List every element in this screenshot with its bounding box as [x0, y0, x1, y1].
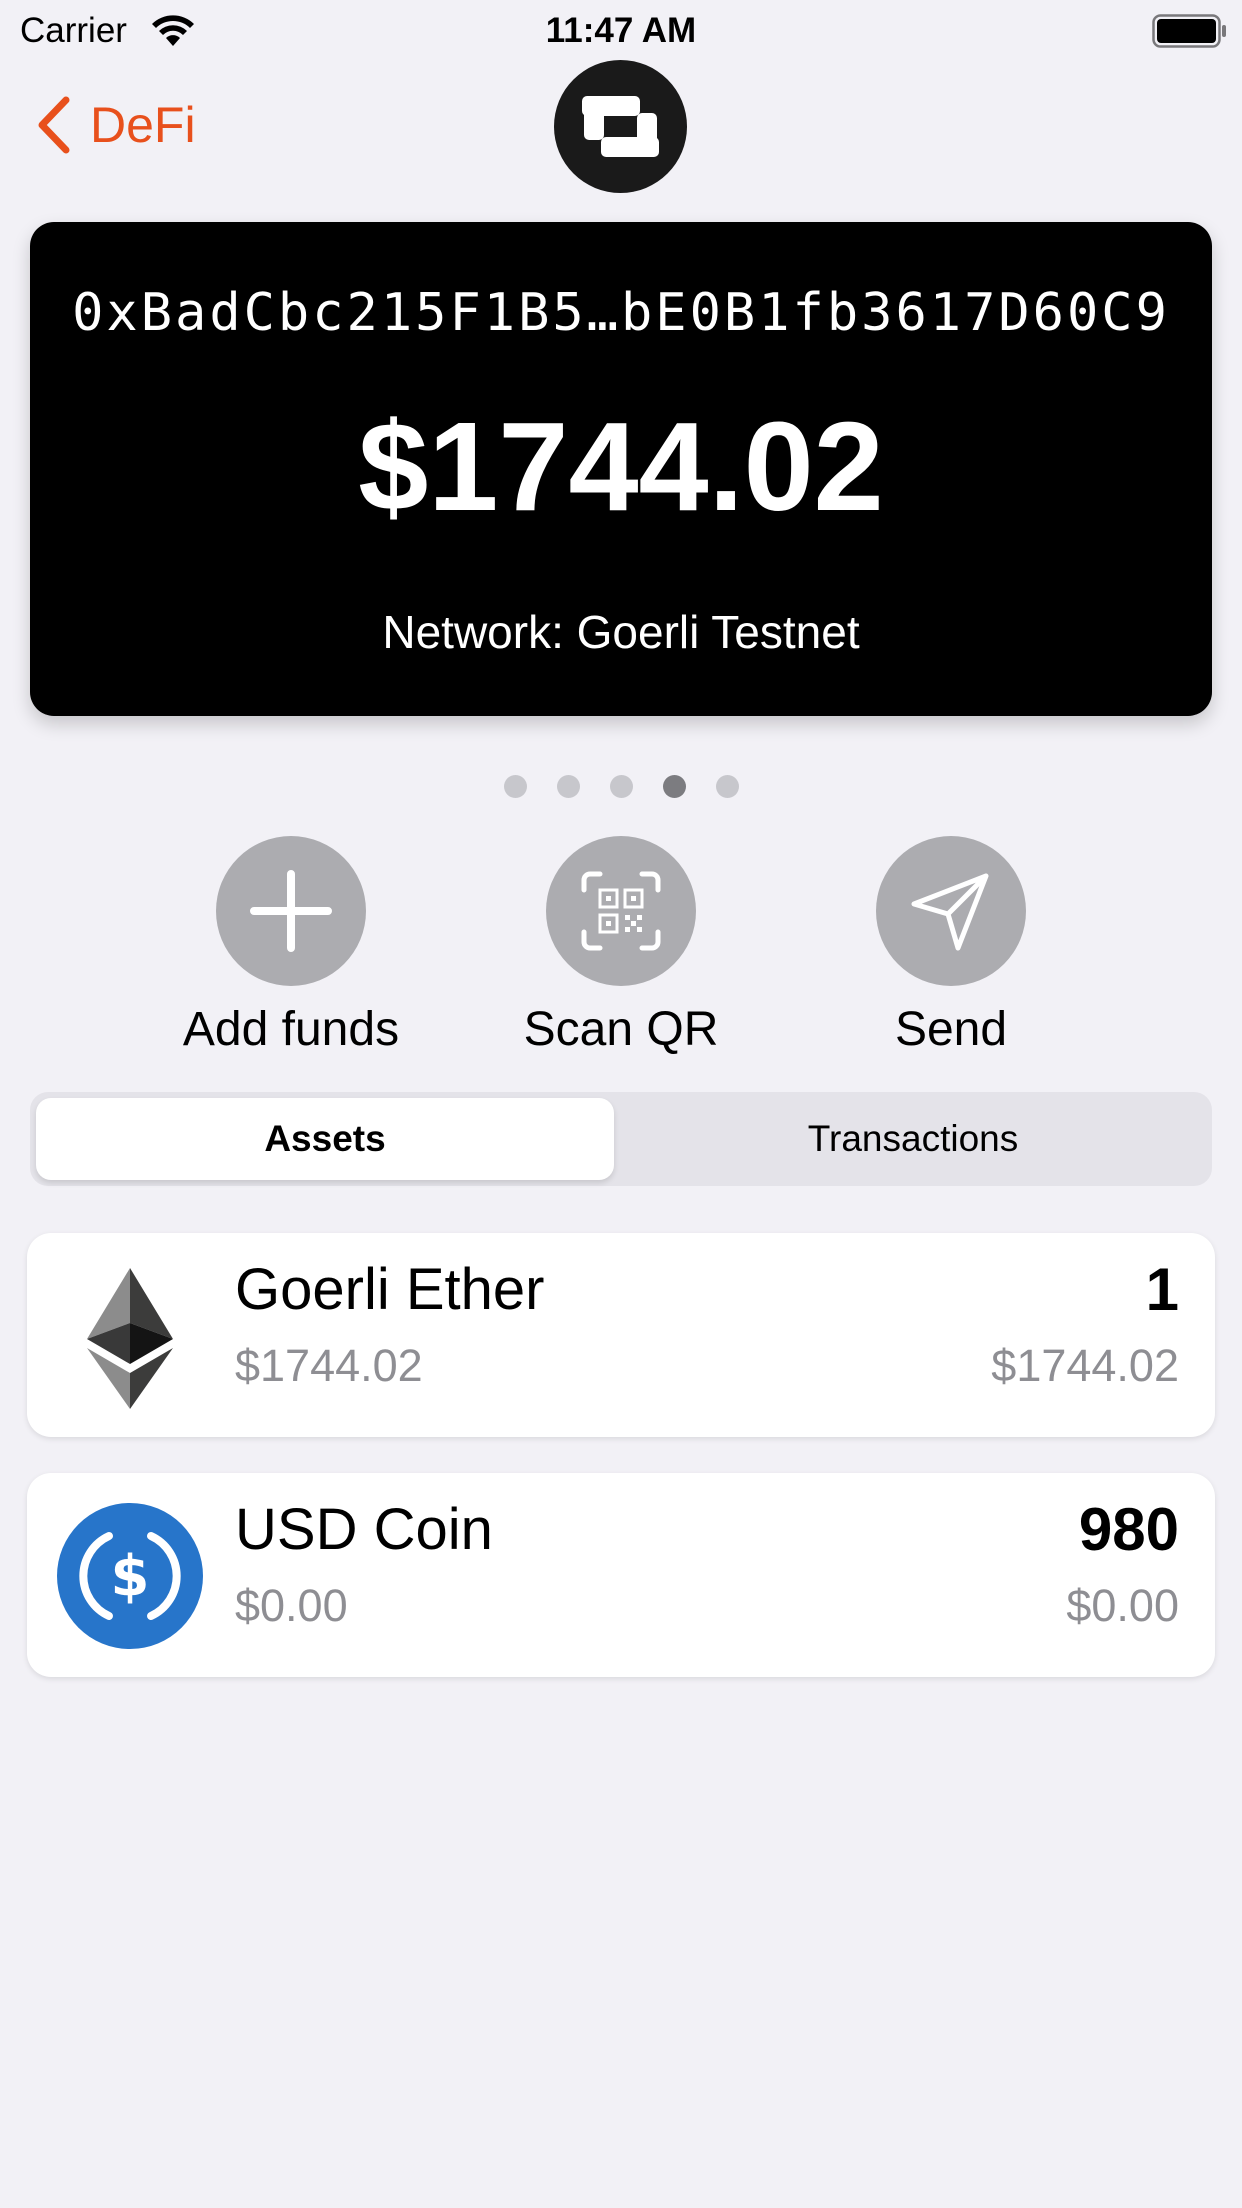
send-label: Send [894, 1003, 1008, 1056]
battery-icon [1152, 14, 1226, 48]
wallet-balance: $1744.02 [358, 396, 884, 537]
asset-value: $0.00 [1066, 1580, 1179, 1631]
scan-qr-label: Scan QR [523, 1003, 719, 1056]
wallet-address: 0xBadCbc215F1B5…bE0B1fb3617D60C9 [72, 283, 1170, 343]
send-button[interactable] [876, 836, 1026, 986]
asset-name: Goerli Ether [235, 1257, 545, 1322]
asset-row-goerli-ether[interactable]: Goerli Ether $1744.02 1 $1744.02 [27, 1233, 1215, 1437]
usdc-icon: $ [57, 1503, 203, 1649]
app-logo-icon [554, 60, 687, 193]
asset-quantity: 980 [1078, 1496, 1179, 1563]
tab-assets[interactable]: Assets [36, 1098, 614, 1180]
svg-text:$: $ [111, 1544, 150, 1609]
asset-price: $1744.02 [235, 1340, 423, 1391]
page-dot[interactable] [503, 775, 527, 798]
add-funds-action: Add funds [141, 836, 441, 1060]
send-action: Send [801, 836, 1101, 1060]
wallet-card[interactable]: 0xBadCbc215F1B5…bE0B1fb3617D60C9 $1744.0… [30, 222, 1212, 716]
add-funds-label: Add funds [182, 1003, 400, 1056]
back-label: DeFi [90, 97, 196, 153]
chevron-left-icon [38, 96, 70, 154]
add-funds-button[interactable] [216, 836, 366, 986]
asset-quantity: 1 [1145, 1256, 1179, 1323]
qr-code-icon [581, 871, 661, 951]
page-dot[interactable] [609, 775, 633, 798]
back-button[interactable]: DeFi [36, 95, 196, 155]
page-dot[interactable] [715, 775, 739, 798]
asset-name: USD Coin [235, 1497, 493, 1562]
scan-qr-button[interactable] [546, 836, 696, 986]
ethereum-icon [87, 1268, 173, 1409]
page-dot[interactable] [556, 775, 580, 798]
plus-icon [250, 870, 332, 952]
status-time: 11:47 AM [545, 11, 697, 50]
asset-price: $0.00 [235, 1580, 348, 1631]
page-indicator[interactable] [0, 775, 1242, 798]
segmented-control: Assets Transactions [30, 1092, 1212, 1186]
scan-qr-action: Scan QR [471, 836, 771, 1060]
send-icon [911, 873, 989, 951]
wallet-network: Network: Goerli Testnet [382, 606, 860, 658]
page-dot-active[interactable] [662, 775, 686, 798]
tab-transactions[interactable]: Transactions [620, 1098, 1206, 1180]
asset-row-usd-coin[interactable]: $ USD Coin $0.00 980 $0.00 [27, 1473, 1215, 1677]
asset-value: $1744.02 [991, 1340, 1179, 1391]
